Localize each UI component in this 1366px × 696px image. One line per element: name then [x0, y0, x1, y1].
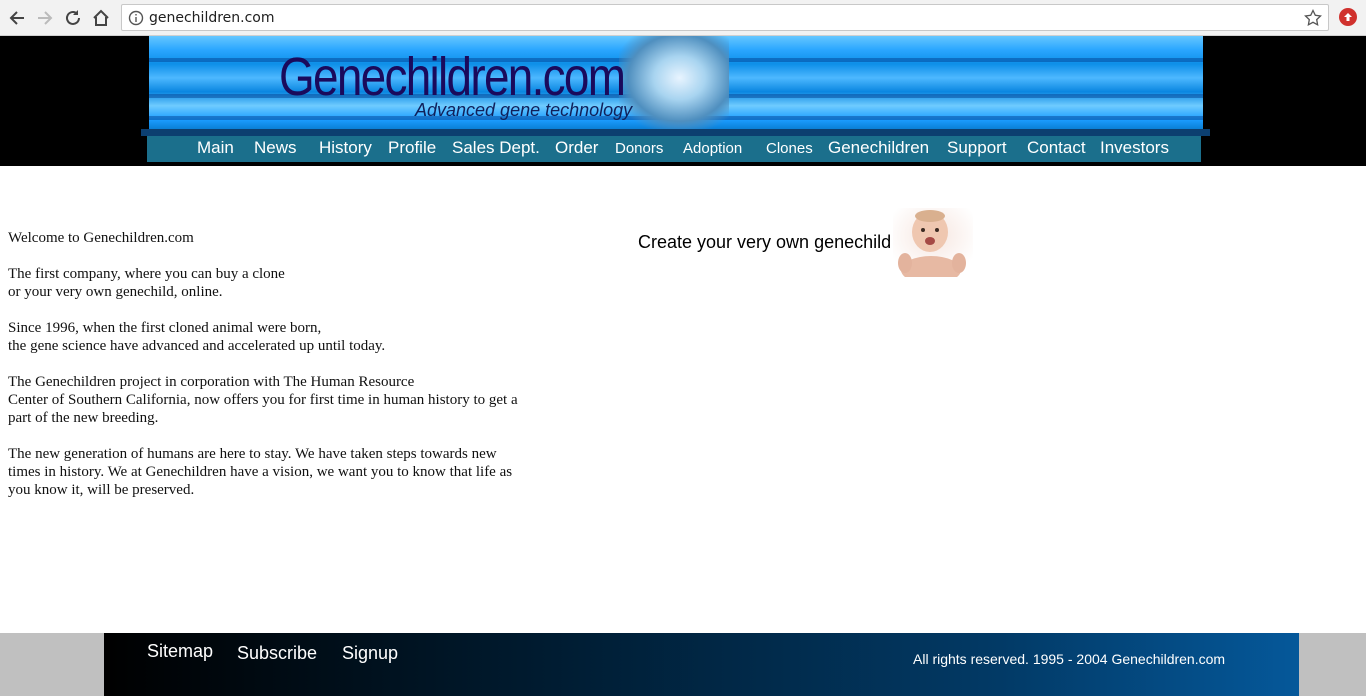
nav-donors[interactable]: Donors — [615, 140, 663, 157]
project-paragraph: The Genechildren project in corporation … — [8, 374, 518, 426]
nav-contact[interactable]: Contact — [1027, 138, 1086, 158]
nav-support[interactable]: Support — [947, 138, 1007, 158]
nav-history[interactable]: History — [319, 138, 372, 158]
nav-news[interactable]: News — [254, 138, 297, 158]
vision-paragraph: The new generation of humans are here to… — [8, 446, 513, 498]
bookmark-star-icon[interactable] — [1304, 9, 1322, 27]
url-text[interactable]: genechildren.com — [149, 10, 275, 26]
site-title: Genechildren.com — [279, 47, 626, 107]
address-bar[interactable]: genechildren.com — [121, 4, 1329, 31]
nav-adoption[interactable]: Adoption — [683, 140, 742, 157]
nav-profile[interactable]: Profile — [388, 138, 436, 158]
back-icon[interactable] — [5, 6, 29, 30]
baby-image[interactable] — [893, 208, 973, 277]
nav-order[interactable]: Order — [555, 138, 598, 158]
main-content: Welcome to Genechildren.com The first co… — [8, 229, 568, 517]
promo-link[interactable]: Create your very own genechild — [638, 232, 891, 253]
footer-subscribe-link[interactable]: Subscribe — [237, 643, 317, 664]
intro-paragraph: The first company, where you can buy a c… — [8, 266, 285, 300]
nav-clones[interactable]: Clones — [766, 140, 813, 157]
copyright-text: All rights reserved. 1995 - 2004 Genechi… — [913, 651, 1226, 667]
extension-icon[interactable] — [1339, 8, 1357, 26]
site-banner[interactable]: Genechildren.com Advanced gene technolog… — [149, 36, 1203, 129]
banner-surgeon-image — [619, 36, 729, 129]
site-subtitle: Advanced gene technology — [415, 100, 633, 120]
browser-toolbar: genechildren.com — [0, 0, 1366, 36]
nav-investors[interactable]: Investors — [1100, 138, 1169, 158]
history-paragraph: Since 1996, when the first cloned animal… — [8, 320, 386, 354]
forward-icon[interactable] — [33, 6, 57, 30]
footer-signup-link[interactable]: Signup — [342, 643, 398, 664]
reload-icon[interactable] — [61, 6, 85, 30]
welcome-paragraph: Welcome to Genechildren.com — [8, 230, 194, 246]
footer: Sitemap Subscribe Signup All rights rese… — [104, 633, 1299, 696]
nav-sales-dept[interactable]: Sales Dept. — [452, 138, 540, 158]
main-navigation: Main News History Profile Sales Dept. Or… — [147, 136, 1201, 162]
nav-main[interactable]: Main — [197, 138, 234, 158]
footer-sitemap-link[interactable]: Sitemap — [147, 641, 213, 662]
home-icon[interactable] — [89, 6, 113, 30]
info-icon[interactable] — [128, 10, 144, 26]
nav-genechildren[interactable]: Genechildren — [828, 138, 929, 158]
nav-bar-border — [141, 129, 1210, 136]
